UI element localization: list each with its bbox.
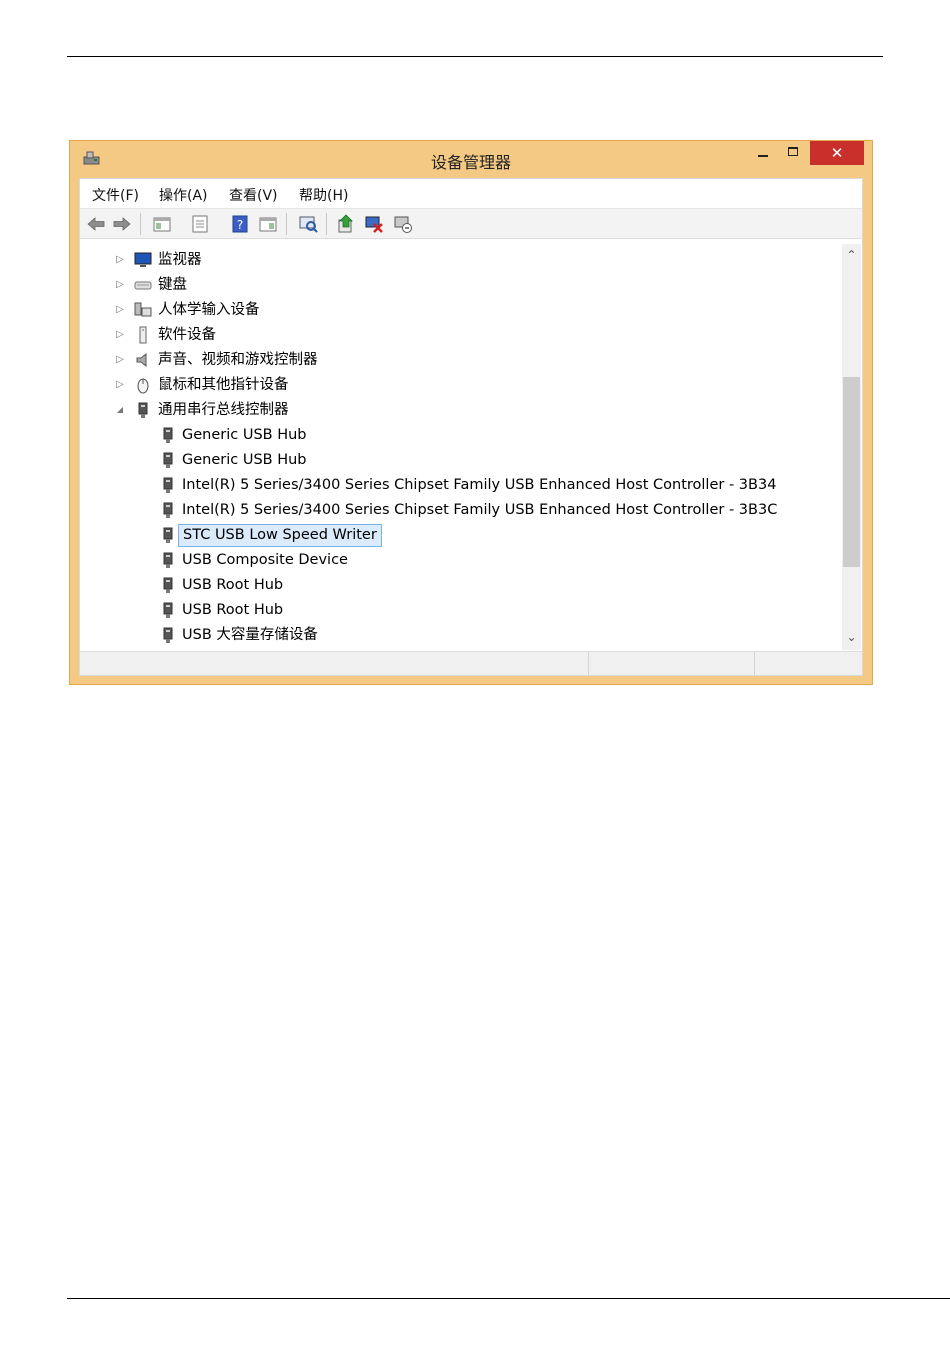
tree-device-item[interactable]: USB Root Hub	[81, 573, 821, 597]
tree-category-label: 通用串行总线控制器	[158, 402, 289, 418]
tree-device-item[interactable]: Generic USB Hub	[81, 448, 821, 472]
tree-category[interactable]: ▷ 键盘	[81, 273, 821, 297]
tree-device-item[interactable]: Generic USB Hub	[81, 423, 821, 447]
usb-device-icon	[163, 627, 173, 643]
usb-device-icon	[163, 527, 173, 543]
help-icon[interactable]: ?	[230, 214, 250, 234]
maximize-button[interactable]	[778, 141, 808, 165]
properties-icon[interactable]	[190, 214, 210, 234]
collapse-arrow-icon[interactable]: ◢	[115, 398, 125, 422]
tree-device-label: USB Composite Device	[182, 552, 348, 568]
tree-device-item[interactable]: USB 大容量存储设备	[81, 623, 821, 647]
expand-arrow-icon[interactable]: ▷	[115, 348, 125, 372]
status-bar	[80, 651, 862, 676]
tree-device-item[interactable]: Intel(R) 5 Series/3400 Series Chipset Fa…	[81, 473, 821, 497]
tree-category-label: 鼠标和其他指针设备	[158, 377, 289, 393]
expand-arrow-icon[interactable]: ▷	[115, 323, 125, 347]
minimize-button[interactable]	[748, 141, 778, 165]
tree-category-label: 声音、视频和游戏控制器	[158, 352, 318, 368]
expand-arrow-icon[interactable]: ▷	[115, 298, 125, 322]
title-bar[interactable]: 设备管理器 ✕	[70, 141, 872, 177]
scroll-down-icon[interactable]: ⌄	[842, 630, 861, 648]
tree-device-item[interactable]: USB Root Hub	[81, 598, 821, 622]
tree-device-label: USB Root Hub	[182, 602, 284, 618]
menu-bar: 文件(F) 操作(A) 查看(V) 帮助(H)	[80, 179, 862, 209]
tree-category-label: 键盘	[158, 277, 187, 293]
software-device-icon	[139, 326, 147, 344]
tree-category-label: 软件设备	[158, 327, 216, 343]
usb-device-icon	[163, 502, 173, 518]
monitor-icon	[134, 252, 152, 267]
tree-device-label: USB 大容量存储设备	[182, 627, 318, 643]
tree-device-label: STC USB Low Speed Writer	[178, 524, 382, 547]
expand-arrow-icon[interactable]: ▷	[115, 273, 125, 297]
window-client-area: 文件(F) 操作(A) 查看(V) 帮助(H) ? ▷ 监视器 ▷ 键盘 ▷ 人…	[79, 178, 863, 676]
minimize-icon	[758, 155, 768, 157]
status-pane	[588, 652, 755, 676]
page-footer-rule	[67, 1298, 950, 1299]
tree-category[interactable]: ▷ 监视器	[81, 248, 821, 272]
toolbar-separator	[286, 213, 287, 235]
tree-category[interactable]: ▷ 鼠标和其他指针设备	[81, 373, 821, 397]
show-action-pane-icon[interactable]	[258, 214, 278, 234]
expand-arrow-icon[interactable]: ▷	[115, 373, 125, 397]
show-hide-console-tree-icon[interactable]	[152, 214, 172, 234]
close-icon: ✕	[830, 144, 844, 162]
tree-category[interactable]: ▷ 人体学输入设备	[81, 298, 821, 322]
usb-plug-icon	[138, 402, 148, 418]
usb-device-icon	[163, 602, 173, 618]
usb-device-icon	[163, 577, 173, 593]
tree-category[interactable]: ▷ 软件设备	[81, 323, 821, 347]
keyboard-icon	[134, 281, 152, 290]
vertical-scrollbar[interactable]: ⌃ ⌄	[842, 244, 861, 650]
toolbar-separator	[326, 213, 327, 235]
back-arrow-icon[interactable]	[86, 214, 106, 234]
usb-device-icon	[163, 552, 173, 568]
tree-device-item-selected[interactable]: STC USB Low Speed Writer	[159, 523, 819, 547]
tree-category-usb-controllers[interactable]: ◢ 通用串行总线控制器	[81, 398, 821, 422]
menu-file[interactable]: 文件(F)	[92, 185, 139, 205]
mouse-icon	[137, 378, 149, 394]
tree-device-label: Intel(R) 5 Series/3400 Series Chipset Fa…	[182, 477, 777, 493]
hid-icon	[134, 302, 152, 317]
forward-arrow-icon[interactable]	[112, 214, 132, 234]
close-button[interactable]: ✕	[810, 141, 864, 165]
menu-help[interactable]: 帮助(H)	[299, 185, 348, 205]
uninstall-device-icon[interactable]	[364, 214, 384, 234]
tree-category[interactable]: ▷ 声音、视频和游戏控制器	[81, 348, 821, 372]
disable-device-icon[interactable]	[393, 214, 413, 234]
usb-device-icon	[163, 427, 173, 443]
status-pane	[754, 652, 861, 676]
device-tree: ▷ 监视器 ▷ 键盘 ▷ 人体学输入设备 ▷ 软件设备 ▷ 声音、视频和游戏控制…	[81, 244, 841, 650]
tree-device-item[interactable]: Intel(R) 5 Series/3400 Series Chipset Fa…	[81, 498, 821, 522]
expand-arrow-icon[interactable]: ▷	[115, 248, 125, 272]
device-manager-window: 设备管理器 ✕ 文件(F) 操作(A) 查看(V) 帮助(H) ? ▷ 监视器 …	[69, 140, 873, 685]
usb-device-icon	[163, 477, 173, 493]
tree-device-label: USB Root Hub	[182, 577, 284, 593]
usb-device-icon	[163, 452, 173, 468]
scrollbar-thumb[interactable]	[843, 377, 860, 567]
toolbar: ?	[80, 209, 862, 239]
tree-category-label: 监视器	[158, 252, 202, 268]
maximize-icon	[788, 147, 798, 156]
svg-text:?: ?	[237, 218, 243, 232]
tree-device-item[interactable]: USB Composite Device	[81, 548, 821, 572]
tree-device-label: Generic USB Hub	[182, 427, 307, 443]
tree-device-label: Intel(R) 5 Series/3400 Series Chipset Fa…	[182, 502, 778, 518]
scroll-up-icon[interactable]: ⌃	[842, 248, 861, 266]
update-driver-icon[interactable]	[336, 214, 356, 234]
toolbar-separator	[140, 213, 141, 235]
scan-hardware-icon[interactable]	[298, 214, 318, 234]
tree-device-label: Generic USB Hub	[182, 452, 307, 468]
menu-action[interactable]: 操作(A)	[159, 185, 208, 205]
tree-category-label: 人体学输入设备	[158, 302, 260, 318]
menu-view[interactable]: 查看(V)	[229, 185, 278, 205]
page-header-rule	[67, 56, 883, 57]
speaker-icon	[136, 352, 147, 368]
